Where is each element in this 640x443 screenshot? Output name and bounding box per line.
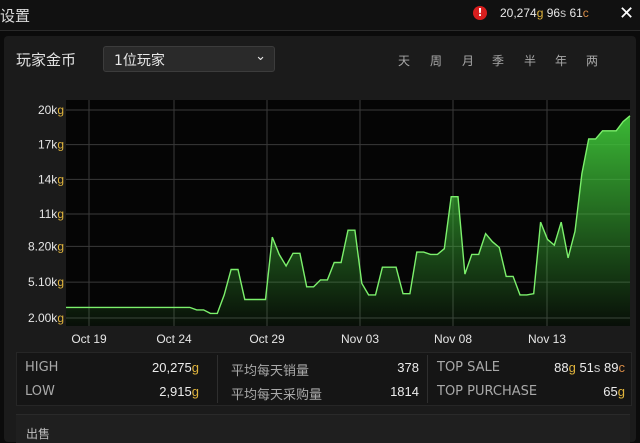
avg-sold-value: 378 xyxy=(397,360,419,375)
top-sale-gold: 88 xyxy=(554,360,569,375)
y-tick-label: 2.00kg xyxy=(28,311,64,325)
x-tick-label: Oct 24 xyxy=(156,332,192,346)
avg-sold-label: 平均每天销量 xyxy=(231,364,310,379)
silver-unit: s xyxy=(560,6,567,20)
page-title: 设置 xyxy=(0,7,31,25)
range-tab-half[interactable]: 半 xyxy=(524,52,536,69)
stats-bar: HIGH 20,275g LOW 2,915g 平均每天销量 378 平均每天采… xyxy=(16,352,632,406)
low-label: LOW xyxy=(25,384,55,399)
section-label: 玩家金币 xyxy=(16,51,77,69)
close-icon[interactable]: ✕ xyxy=(619,3,634,24)
x-tick-label: Nov 08 xyxy=(434,332,472,346)
y-tick-label: 20kg xyxy=(38,103,64,117)
gold-balance: 20,274g 96s 61c xyxy=(500,6,589,20)
avg-bought-value: 1814 xyxy=(390,384,419,399)
range-tab-month[interactable]: 月 xyxy=(462,52,474,69)
sell-label: 出售 xyxy=(26,427,51,441)
stats-divider xyxy=(217,355,218,403)
low-gold: 2,915 xyxy=(159,384,192,399)
high-label: HIGH xyxy=(25,360,59,375)
top-sale-silver-unit: s xyxy=(593,360,601,375)
high-value: 20,275g xyxy=(152,360,199,375)
top-purchase-value: 65g xyxy=(603,384,625,399)
top-sale-silver: 51 xyxy=(579,360,594,375)
range-tab-quarter[interactable]: 季 xyxy=(492,52,504,69)
y-axis: 2.00kg 5.10kg 8.20kg 11kg 14kg 17kg 20kg xyxy=(28,103,64,325)
exclamation-icon[interactable]: ! xyxy=(473,6,487,20)
y-tick-label: 14kg xyxy=(38,172,64,186)
avg-bought-label: 平均每天采购量 xyxy=(231,388,323,403)
gold-amount: 20,274 xyxy=(500,6,537,20)
y-tick-label: 17kg xyxy=(38,138,64,152)
player-dropdown-value: 1位玩家 xyxy=(114,53,165,69)
y-tick-label: 8.20kg xyxy=(28,239,64,253)
copper-amount: 61 xyxy=(569,6,583,20)
chevron-down-icon: ⌄ xyxy=(255,49,266,64)
range-tab-day[interactable]: 天 xyxy=(398,52,410,69)
y-tick-label: 11kg xyxy=(39,207,64,221)
gold-unit: g xyxy=(536,6,544,20)
x-tick-label: Nov 13 xyxy=(528,332,566,346)
price-chart: 2.00kg 5.10kg 8.20kg 11kg 14kg 17kg 20kg Oct 1… xyxy=(28,100,631,346)
stats-divider xyxy=(427,355,428,403)
range-tab-year[interactable]: 年 xyxy=(555,52,567,69)
x-axis: Oct 19 Oct 24 Oct 29 Nov 03 Nov 08 Nov 13 xyxy=(71,332,566,346)
player-dropdown[interactable]: 1位玩家 ⌄ xyxy=(103,46,275,72)
high-gold: 20,275 xyxy=(152,360,192,375)
low-value: 2,915g xyxy=(159,384,199,399)
copper-unit: c xyxy=(582,6,589,20)
silver-amount: 96 xyxy=(546,6,561,20)
top-sale-value: 88g 51s 89c xyxy=(554,360,625,375)
low-gold-unit: g xyxy=(191,384,199,399)
top-sale-copper: 89 xyxy=(604,360,619,375)
top-purchase-gold: 65 xyxy=(603,384,618,399)
range-tab-two[interactable]: 两 xyxy=(586,52,598,69)
x-tick-label: Oct 29 xyxy=(249,332,285,346)
top-sale-label: TOP SALE xyxy=(437,360,500,375)
top-sale-copper-unit: c xyxy=(618,360,626,375)
x-tick-label: Nov 03 xyxy=(341,332,379,346)
y-tick-label: 5.10kg xyxy=(28,275,64,289)
x-tick-label: Oct 19 xyxy=(71,332,107,346)
top-purchase-gold-unit: g xyxy=(617,384,625,399)
top-bar: 设置 ! 20,274g 96s 61c ✕ xyxy=(0,0,640,31)
top-purchase-label: TOP PURCHASE xyxy=(437,384,538,399)
top-sale-gold-unit: g xyxy=(568,360,576,375)
range-tab-week[interactable]: 周 xyxy=(430,52,442,69)
sell-section: 出售 xyxy=(16,414,630,443)
high-gold-unit: g xyxy=(191,360,199,375)
